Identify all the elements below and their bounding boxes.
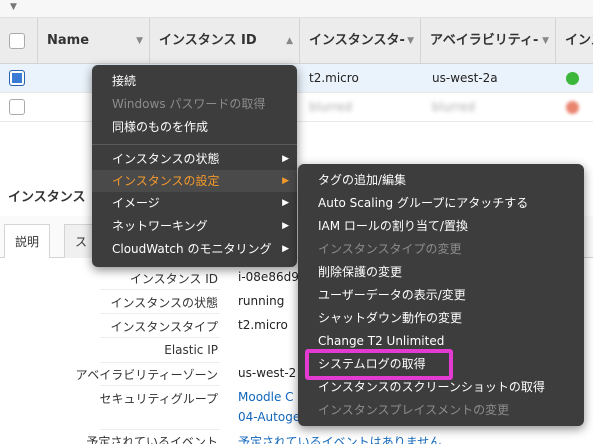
column-header-label: インスタンス ID (159, 33, 257, 48)
divider (100, 289, 220, 290)
divider (100, 362, 220, 363)
tab-description[interactable]: 説明 (4, 224, 51, 258)
instance-context-menu: 接続 Windows パスワードの取得 同様のものを作成 インスタンスの状態 ▶… (92, 65, 297, 267)
submenu-arrow-icon: ▶ (282, 198, 289, 208)
menu-item-instance-settings[interactable]: インスタンスの設定 ▶ (92, 170, 297, 192)
menu-item-instance-state[interactable]: インスタンスの状態 ▶ (92, 148, 297, 170)
menu-item-label: CloudWatch のモニタリング (112, 242, 272, 256)
field-label-elastic-ip: Elastic IP (164, 343, 218, 357)
select-all-checkbox[interactable] (9, 33, 25, 49)
menu-item-view-change-user-data[interactable]: ユーザーデータの表示/変更 (298, 284, 584, 306)
menu-item-connect[interactable]: 接続 (92, 70, 297, 92)
column-header-instance-id[interactable]: インスタンス ID ▲ (149, 18, 299, 64)
menu-item-change-shutdown-behavior[interactable]: シャットダウン動作の変更 (298, 307, 584, 329)
divider (100, 429, 220, 430)
cell-instance-type: blurred (309, 100, 352, 114)
divider (100, 313, 220, 314)
security-group-link[interactable]: 04-Autoge (238, 410, 300, 424)
field-value-instance-type: t2.micro (238, 318, 288, 332)
row-checkbox[interactable] (9, 99, 25, 115)
sort-ascending-icon: ▲ (286, 36, 293, 46)
field-value-scheduled-events[interactable]: 予定されているイベントはありません (238, 433, 441, 444)
field-label-instance-type: インスタンスタイプ (110, 320, 218, 334)
submenu-arrow-icon: ▶ (282, 221, 289, 231)
table-header: Name ▼ インスタンス ID ▲ インスタンスタ‐ ▼ アベイラビリティ‐ … (0, 18, 593, 64)
instance-settings-submenu: タグの追加/編集 Auto Scaling グループにアタッチする IAM ロー… (298, 164, 584, 426)
top-toolbar: ▼ (0, 0, 593, 18)
column-header-availability-zone[interactable]: アベイラビリティ‐ ▼ (420, 18, 555, 64)
sort-caret-icon: ▼ (407, 36, 414, 46)
field-label-availability-zone: アベイラビリティーゾーン (75, 368, 218, 382)
menu-item-add-edit-tags[interactable]: タグの追加/編集 (298, 169, 584, 191)
menu-separator (92, 144, 297, 145)
collapse-caret-icon[interactable]: ▼ (10, 2, 17, 12)
field-value-availability-zone: us-west-2 (238, 366, 297, 380)
menu-item-change-instance-type[interactable]: インスタンスタイプの変更 (298, 238, 584, 260)
column-header-instance-state[interactable]: インス (555, 18, 593, 64)
cell-availability-zone: us-west-2a (432, 71, 498, 85)
column-header-label: アベイラビリティ‐ (430, 33, 539, 48)
row-checkbox[interactable] (9, 70, 25, 86)
field-label-instance-state: インスタンスの状態 (110, 296, 218, 310)
security-group-link[interactable]: Moodle C (238, 390, 294, 404)
cell-instance-type: t2.micro (309, 71, 359, 85)
menu-item-launch-more-like-this[interactable]: 同様のものを作成 (92, 116, 297, 138)
column-header-label: Name (47, 33, 90, 48)
menu-item-attach-to-autoscaling[interactable]: Auto Scaling グループにアタッチする (298, 192, 584, 214)
submenu-arrow-icon: ▶ (282, 244, 289, 254)
menu-item-label: インスタンスの状態 (112, 152, 220, 166)
divider (100, 385, 220, 386)
menu-item-attach-replace-iam-role[interactable]: IAM ロールの割り当て/置換 (298, 215, 584, 237)
cell-availability-zone: blurred (432, 100, 475, 114)
field-label-scheduled-events: 予定されているイベント (86, 435, 218, 444)
ec2-console: ▼ Name ▼ インスタンス ID ▲ インスタンスタ‐ ▼ アベイラビリティ… (0, 0, 593, 444)
details-section-title: インスタンス (8, 190, 86, 205)
menu-item-image[interactable]: イメージ ▶ (92, 192, 297, 214)
column-header-instance-type[interactable]: インスタンスタ‐ ▼ (299, 18, 420, 64)
status-stopped-icon (566, 101, 579, 114)
highlight-callout-box (305, 349, 453, 380)
menu-item-modify-instance-placement[interactable]: インスタンスプレイスメントの変更 (298, 399, 584, 421)
menu-item-get-windows-password[interactable]: Windows パスワードの取得 (92, 93, 297, 115)
status-running-icon (566, 72, 579, 85)
menu-item-label: インスタンスの設定 (112, 174, 220, 188)
menu-item-label: ネットワーキング (112, 219, 208, 233)
divider (100, 337, 220, 338)
sort-caret-icon: ▼ (136, 36, 143, 46)
field-value-instance-state: running (238, 294, 285, 308)
column-header-label: インスタンスタ‐ (309, 33, 405, 48)
menu-item-networking[interactable]: ネットワーキング ▶ (92, 215, 297, 237)
sort-caret-icon: ▼ (542, 36, 549, 46)
menu-item-change-termination-protection[interactable]: 削除保護の変更 (298, 261, 584, 283)
submenu-arrow-icon: ▶ (282, 176, 289, 186)
column-header-name[interactable]: Name ▼ (37, 18, 149, 64)
field-label-security-groups: セキュリティグループ (99, 392, 218, 406)
menu-item-label: イメージ (112, 196, 160, 210)
field-value-instance-id: i-08e86d9 (238, 270, 299, 284)
submenu-arrow-icon: ▶ (282, 154, 289, 164)
column-header-label: インス (565, 33, 593, 48)
menu-item-cloudwatch-monitoring[interactable]: CloudWatch のモニタリング ▶ (92, 238, 297, 260)
field-label-instance-id: インスタンス ID (129, 272, 218, 286)
